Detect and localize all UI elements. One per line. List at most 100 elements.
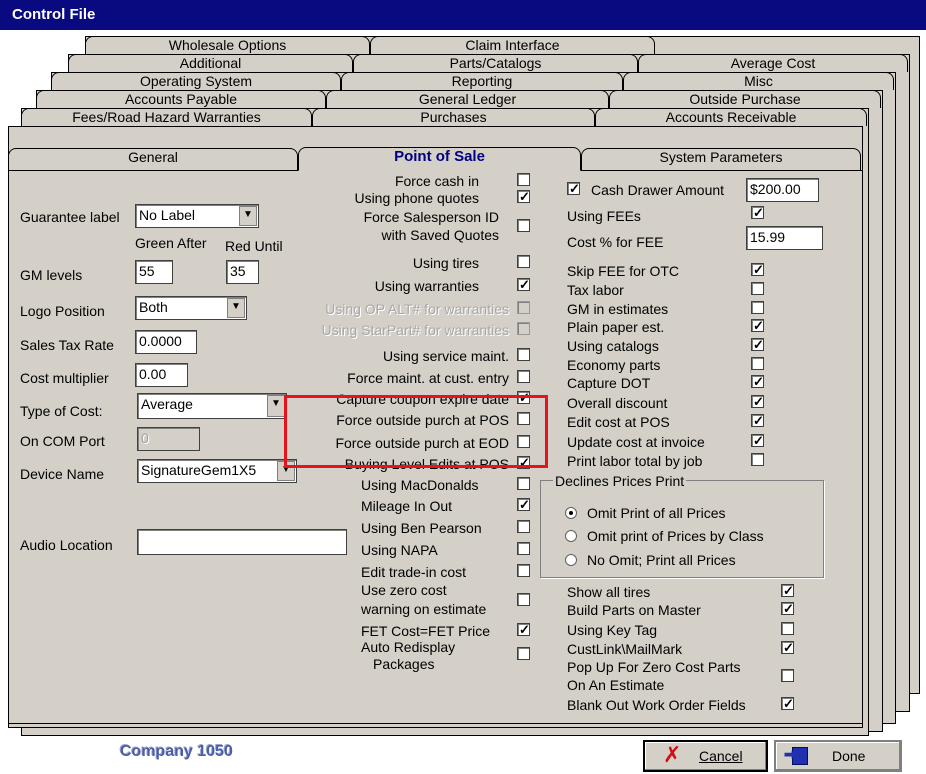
gm-red-input[interactable]: 35 bbox=[226, 260, 259, 284]
option-using-macdonalds-checkbox[interactable] bbox=[517, 477, 530, 490]
tab-additional[interactable]: Additional bbox=[68, 54, 353, 72]
tab-average-cost[interactable]: Average Cost bbox=[638, 54, 908, 72]
no-omit-radio[interactable] bbox=[565, 554, 577, 566]
cost-multiplier-input[interactable]: 0.00 bbox=[135, 363, 188, 387]
capture-dot-checkbox[interactable]: ✓ bbox=[751, 375, 764, 388]
chevron-down-icon[interactable]: ▼ bbox=[239, 206, 257, 226]
option-buying-level-edits-label: Buying Level Edits at POS bbox=[344, 456, 509, 472]
device-name-dropdown[interactable]: SignatureGem1X5 ▼ bbox=[137, 459, 297, 483]
option-use-zero-cost-label: Use zero cost bbox=[361, 582, 447, 598]
sales-tax-rate-input[interactable]: 0.0000 bbox=[135, 330, 197, 354]
checkmark-icon: ✓ bbox=[519, 455, 530, 470]
option-using-ben-pearson-label: Using Ben Pearson bbox=[361, 520, 482, 536]
option-mileage-in-out-checkbox[interactable]: ✓ bbox=[517, 498, 530, 511]
arrow-right-icon: ➡ bbox=[784, 746, 796, 762]
checkmark-icon: ✓ bbox=[783, 601, 794, 616]
tab-accounts-payable[interactable]: Accounts Payable bbox=[36, 90, 326, 108]
tab-reporting[interactable]: Reporting bbox=[341, 72, 623, 90]
tab-accounts-receivable[interactable]: Accounts Receivable bbox=[595, 108, 867, 126]
option-force-outside-purch-eod-checkbox[interactable] bbox=[517, 435, 530, 448]
gm-in-estimates-checkbox[interactable] bbox=[751, 301, 764, 314]
option-auto-redisplay-checkbox[interactable] bbox=[517, 647, 530, 660]
tab-parts-catalogs[interactable]: Parts/Catalogs bbox=[353, 54, 638, 72]
tab-wholesale-options[interactable]: Wholesale Options bbox=[85, 36, 370, 54]
omit-all-prices-radio[interactable] bbox=[565, 507, 577, 519]
build-parts-master-checkbox[interactable]: ✓ bbox=[781, 602, 794, 615]
popup-zero-cost-checkbox[interactable] bbox=[781, 669, 794, 682]
com-port-input: 0 bbox=[137, 427, 200, 451]
option-using-phone-quotes-checkbox[interactable]: ✓ bbox=[517, 190, 530, 203]
overall-discount-checkbox[interactable]: ✓ bbox=[751, 395, 764, 408]
economy-parts-checkbox[interactable] bbox=[751, 357, 764, 370]
type-of-cost-dropdown[interactable]: Average ▼ bbox=[137, 393, 287, 419]
cash-drawer-checkbox[interactable]: ✓ bbox=[567, 182, 580, 195]
tab-claim-interface[interactable]: Claim Interface bbox=[370, 36, 655, 54]
option-use-zero-cost-checkbox[interactable] bbox=[517, 593, 530, 606]
cancel-button[interactable]: ✗ Cancel bbox=[643, 740, 768, 772]
option-force-maint-checkbox[interactable] bbox=[517, 370, 530, 383]
option-using-warranties-checkbox[interactable]: ✓ bbox=[517, 278, 530, 291]
tab-misc[interactable]: Misc bbox=[623, 72, 894, 90]
option-using-service-maint-checkbox[interactable] bbox=[517, 348, 530, 361]
plain-paper-est-checkbox[interactable]: ✓ bbox=[751, 319, 764, 332]
tax-labor-checkbox[interactable] bbox=[751, 282, 764, 295]
option-buying-level-edits-checkbox[interactable]: ✓ bbox=[517, 456, 530, 469]
blank-out-wo-fields-label: Blank Out Work Order Fields bbox=[567, 697, 746, 713]
build-parts-master-label: Build Parts on Master bbox=[567, 602, 701, 618]
tab-general[interactable]: General bbox=[8, 148, 298, 170]
using-catalogs-label: Using catalogs bbox=[567, 338, 659, 354]
update-cost-invoice-label: Update cost at invoice bbox=[567, 434, 705, 450]
option-using-napa-checkbox[interactable] bbox=[517, 542, 530, 555]
using-catalogs-checkbox[interactable]: ✓ bbox=[751, 338, 764, 351]
audio-location-input[interactable] bbox=[137, 529, 347, 555]
using-fees-checkbox[interactable]: ✓ bbox=[751, 206, 764, 219]
checkmark-icon: ✓ bbox=[519, 277, 530, 292]
device-name-value: SignatureGem1X5 bbox=[141, 462, 257, 478]
print-labor-total-checkbox[interactable] bbox=[751, 453, 764, 466]
cash-drawer-input[interactable]: $200.00 bbox=[746, 178, 819, 202]
guarantee-label-dropdown[interactable]: No Label ▼ bbox=[135, 204, 259, 228]
using-key-tag-checkbox[interactable] bbox=[781, 622, 794, 635]
update-cost-invoice-checkbox[interactable]: ✓ bbox=[751, 434, 764, 447]
option-capture-coupon-checkbox[interactable]: ✓ bbox=[517, 391, 530, 404]
tab-fees-road-hazard-warranties[interactable]: Fees/Road Hazard Warranties bbox=[21, 108, 312, 126]
option-force-outside-purch-eod-label: Force outside purch at EOD bbox=[335, 435, 509, 451]
cost-pct-fee-input[interactable]: 15.99 bbox=[746, 226, 823, 250]
option-fet-cost-checkbox[interactable]: ✓ bbox=[517, 623, 530, 636]
declines-group-title: Declines Prices Print bbox=[553, 473, 687, 489]
option-force-outside-purch-pos-checkbox[interactable] bbox=[517, 412, 530, 425]
option-using-ben-pearson-checkbox[interactable] bbox=[517, 520, 530, 533]
tab-point-of-sale[interactable]: Point of Sale bbox=[298, 147, 581, 171]
chevron-down-icon[interactable]: ▼ bbox=[227, 298, 245, 318]
done-button[interactable]: ➡ Done bbox=[774, 740, 902, 772]
custlink-mailmark-checkbox[interactable]: ✓ bbox=[781, 641, 794, 654]
tab-operating-system[interactable]: Operating System bbox=[51, 72, 341, 90]
checkmark-icon: ✓ bbox=[753, 433, 764, 448]
cancel-x-icon: ✗ bbox=[663, 743, 682, 768]
tab-outside-purchase[interactable]: Outside Purchase bbox=[609, 90, 881, 108]
skip-fee-otc-checkbox[interactable]: ✓ bbox=[751, 263, 764, 276]
tab-general-ledger[interactable]: General Ledger bbox=[326, 90, 609, 108]
logo-position-label: Logo Position bbox=[20, 303, 105, 319]
omit-by-class-radio[interactable] bbox=[565, 530, 577, 542]
logo-position-dropdown[interactable]: Both ▼ bbox=[135, 296, 247, 320]
blank-out-wo-fields-checkbox[interactable]: ✓ bbox=[781, 697, 794, 710]
chevron-down-icon[interactable]: ▼ bbox=[277, 461, 295, 481]
chevron-down-icon[interactable]: ▼ bbox=[267, 395, 285, 417]
option-edit-trade-in-cost-checkbox[interactable] bbox=[517, 564, 530, 577]
edit-cost-pos-checkbox[interactable]: ✓ bbox=[751, 414, 764, 427]
using-fees-label: Using FEEs bbox=[567, 208, 641, 224]
gm-green-input[interactable]: 55 bbox=[135, 260, 173, 284]
checkmark-icon: ✓ bbox=[519, 390, 530, 405]
show-all-tires-checkbox[interactable]: ✓ bbox=[781, 584, 794, 597]
option-using-warranties-label: Using warranties bbox=[374, 278, 479, 294]
option-using-tires-checkbox[interactable] bbox=[517, 255, 530, 268]
option-using-op-alt-label: Using OP ALT# for warranties bbox=[325, 301, 509, 317]
option-force-salesperson-id-checkbox[interactable] bbox=[517, 219, 530, 232]
checkmark-icon: ✓ bbox=[753, 394, 764, 409]
checkmark-icon: ✓ bbox=[783, 640, 794, 655]
gm-in-estimates-label: GM in estimates bbox=[567, 301, 669, 317]
option-force-cash-in-checkbox[interactable] bbox=[517, 173, 530, 186]
tab-system-parameters[interactable]: System Parameters bbox=[581, 148, 861, 170]
tab-purchases[interactable]: Purchases bbox=[312, 108, 595, 126]
